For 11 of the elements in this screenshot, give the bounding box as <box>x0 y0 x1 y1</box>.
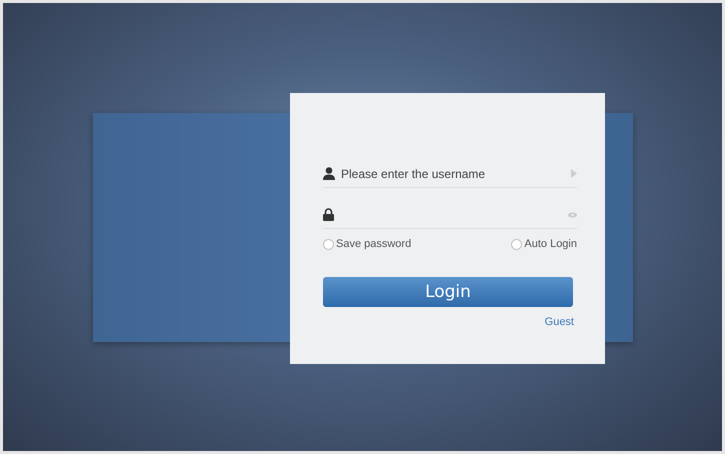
option-label: Auto Login <box>524 238 577 250</box>
guest-link[interactable]: Guest <box>544 316 574 328</box>
user-icon <box>323 167 335 180</box>
eye-icon[interactable] <box>568 212 577 218</box>
lock-icon <box>323 208 334 221</box>
radio-button[interactable] <box>511 238 522 250</box>
login-button[interactable]: Login <box>323 277 573 307</box>
username-field[interactable]: Please enter the username <box>341 166 565 180</box>
radio-option[interactable]: Auto Login <box>511 238 577 250</box>
radio-button[interactable] <box>323 238 334 250</box>
arrow-icon[interactable] <box>571 169 577 178</box>
